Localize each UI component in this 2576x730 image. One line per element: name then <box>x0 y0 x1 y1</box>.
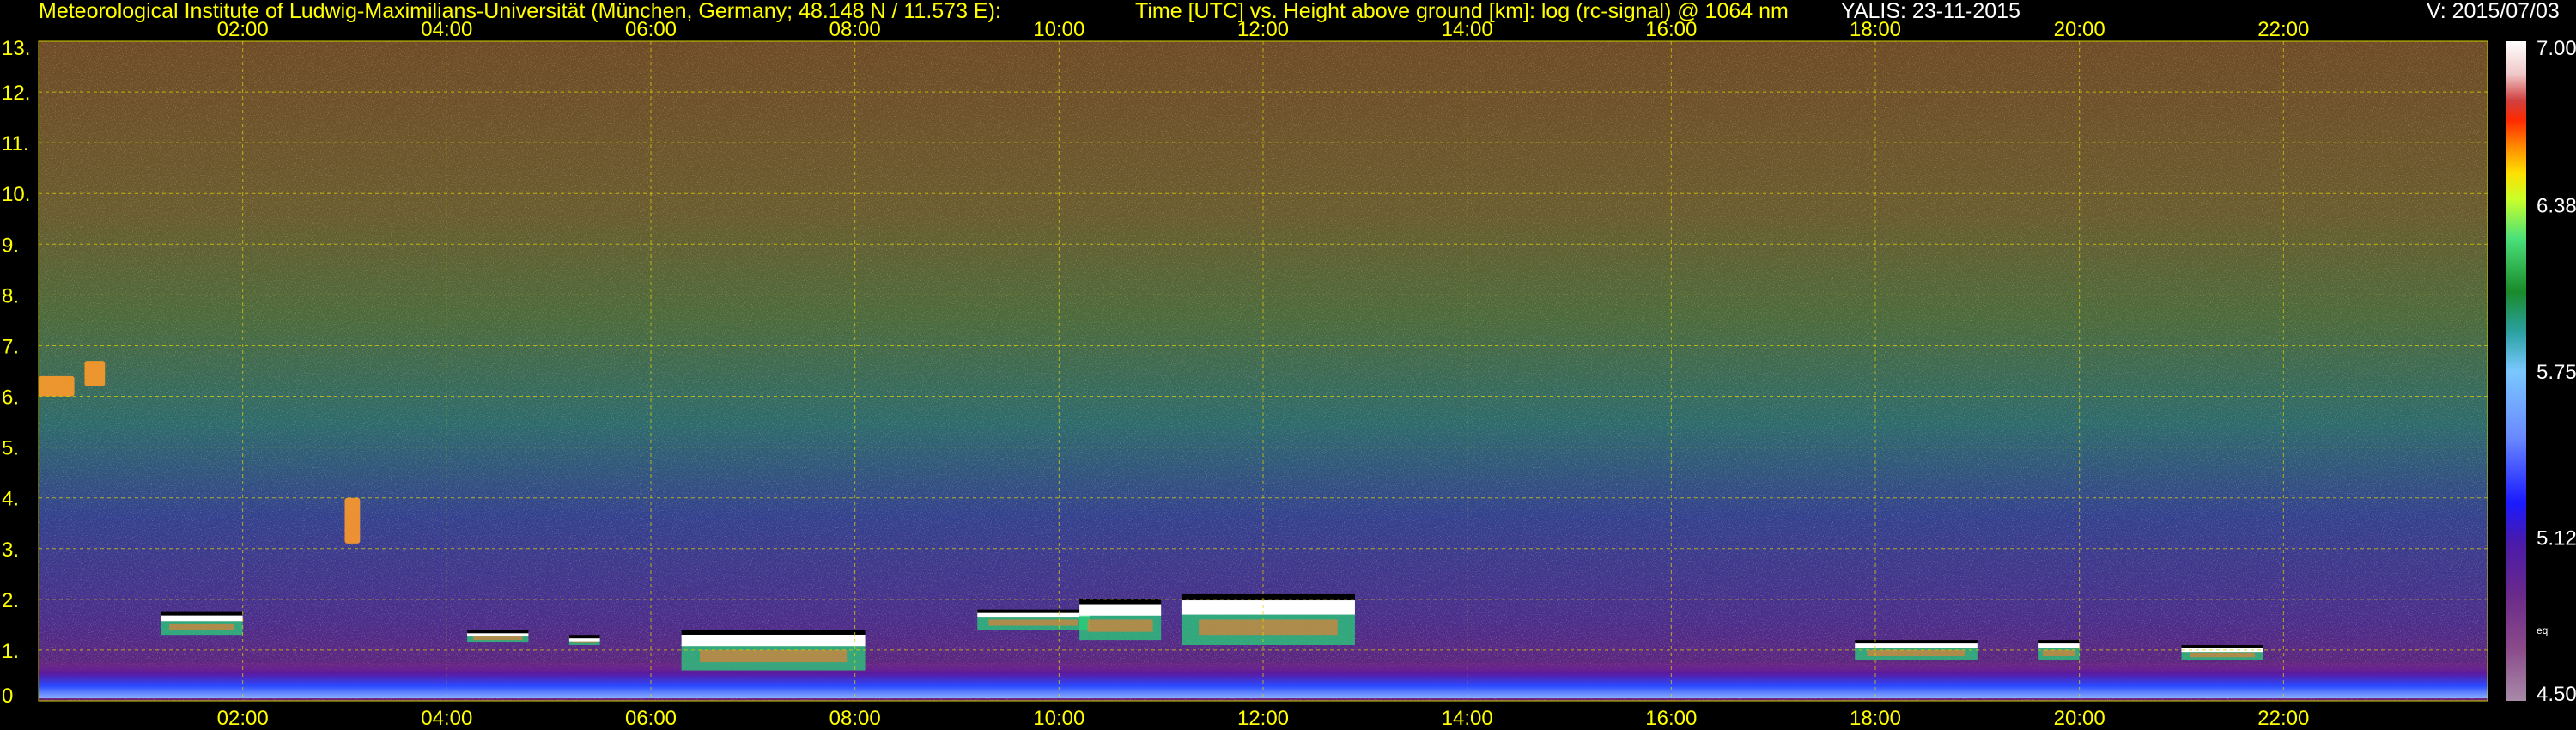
y-tick-label: 11. <box>2 132 29 155</box>
cloud-layer <box>2181 645 2263 660</box>
x-tick-label-top: 10:00 <box>1033 18 1084 41</box>
y-tick-label: 4. <box>2 488 19 511</box>
lidar-chart: 02:0002:0004:0004:0006:0006:0008:0008:00… <box>2 18 2576 730</box>
colorbar: 7.00 6.38 5.75 5.12 4.50 eq <box>2506 37 2576 706</box>
x-tick-label-bottom: 12:00 <box>1237 707 1289 730</box>
aerosol-layer-patch <box>39 375 75 397</box>
aerosol-layer-patch <box>344 497 361 544</box>
x-tick-label-bottom: 20:00 <box>2054 707 2105 730</box>
x-tick-label-bottom: 22:00 <box>2257 707 2309 730</box>
y-tick-label: 12. <box>2 82 30 105</box>
y-tick-label: 6. <box>2 386 19 410</box>
cloud-layer <box>1181 593 1355 646</box>
x-tick-label-bottom: 16:00 <box>1645 707 1697 730</box>
header-institute: Meteorological Institute of Ludwig-Maxim… <box>39 0 1001 23</box>
colorbar-tick-label: 5.75 <box>2537 361 2576 384</box>
y-tick-label: 1. <box>2 640 19 663</box>
x-tick-label-bottom: 18:00 <box>1850 707 1901 730</box>
cloud-layer <box>977 609 1090 630</box>
y-tick-label: 3. <box>2 538 19 562</box>
x-tick-label-top: 20:00 <box>2054 18 2105 41</box>
x-tick-label-bottom: 10:00 <box>1033 707 1084 730</box>
cloud-layer <box>467 630 529 643</box>
header-station: YALIS: 23-11-2015 <box>1841 0 2020 23</box>
y-tick-label: 10. <box>2 183 30 206</box>
cloud-layer <box>161 611 243 636</box>
aerosol-layer-patch <box>84 361 106 386</box>
y-tick-label: 5. <box>2 437 19 460</box>
x-tick-label-bottom: 08:00 <box>829 707 881 730</box>
y-tick-label: 2. <box>2 589 19 612</box>
cloud-layer <box>568 635 600 646</box>
header-version: V: 2015/07/03 <box>2427 0 2560 23</box>
colorbar-tick-label: 5.12 <box>2537 527 2576 551</box>
colorbar-tick-label: 6.38 <box>2537 194 2576 217</box>
y-tick-label: 13. <box>2 37 30 60</box>
x-tick-label-bottom: 04:00 <box>421 707 472 730</box>
x-tick-label-bottom: 14:00 <box>1442 707 1493 730</box>
y-tick-label: 8. <box>2 284 19 307</box>
header-axes-desc: Time [UTC] vs. Height above ground [km]:… <box>1135 0 1789 23</box>
colorbar-tick-label: 7.00 <box>2537 37 2576 60</box>
y-tick-label: 0 <box>2 684 13 708</box>
y-tick-label: 9. <box>2 234 19 257</box>
colorbar-scale <box>2506 41 2526 701</box>
cloud-layer <box>1079 599 1162 641</box>
y-tick-label: 7. <box>2 335 19 358</box>
colorbar-small-label: eq <box>2537 624 2548 636</box>
x-tick-label-bottom: 02:00 <box>217 707 269 730</box>
x-tick-label-bottom: 06:00 <box>625 707 677 730</box>
colorbar-tick-label: 4.50 <box>2537 683 2576 706</box>
x-tick-label-top: 22:00 <box>2257 18 2309 41</box>
